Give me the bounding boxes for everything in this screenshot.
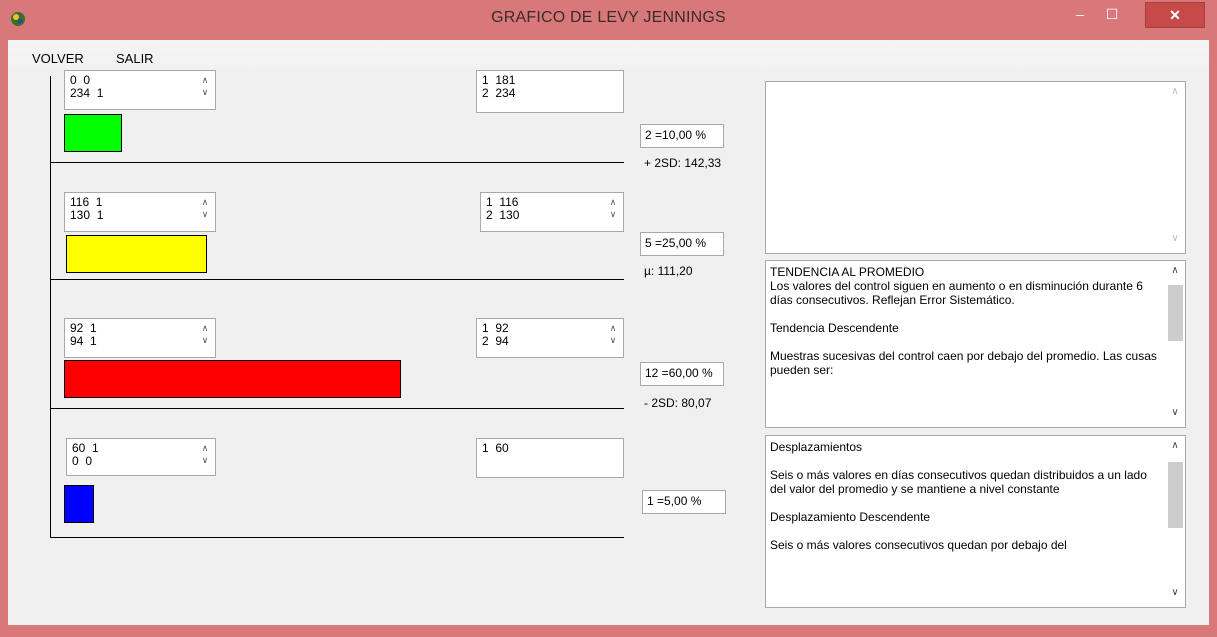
spinner-arrows[interactable]: ∧ ∨ xyxy=(199,322,211,346)
right-list-1[interactable]: 1 181 2 234 xyxy=(476,70,624,113)
label-minus-2sd: - 2SD: 80,07 xyxy=(644,396,712,410)
memo-trend-subtitle: Tendencia Descendente xyxy=(770,321,899,335)
label-plus-2sd: + 2SD: 142,33 xyxy=(644,156,722,170)
right-list-4[interactable]: 1 60 xyxy=(476,438,624,478)
percent-mean[interactable]: 5 =25,00 % xyxy=(640,232,724,256)
left-list-3[interactable]: 92 1 94 1 ∧ ∨ xyxy=(64,318,216,358)
spinner-arrows[interactable]: ∧ ∨ xyxy=(199,442,211,466)
memo-shift-title: Desplazamientos xyxy=(770,440,863,454)
percent-minus-2sd[interactable]: 12 =60,00 % xyxy=(640,362,724,386)
close-button[interactable]: ✕ xyxy=(1145,2,1205,28)
menu-volver[interactable]: VOLVER xyxy=(32,51,84,66)
bar-plus-2sd xyxy=(64,114,122,152)
chevron-up-icon[interactable]: ∧ xyxy=(1165,86,1185,102)
chart-axis xyxy=(50,76,51,537)
right-list-3[interactable]: 1 92 2 94 ∧ ∨ xyxy=(476,318,624,358)
window-title: GRAFICO DE LEVY JENNINGS xyxy=(491,9,726,26)
memo-trend-desc: Los valores del control siguen en aument… xyxy=(770,279,1143,307)
bar-minus-2sd xyxy=(64,360,401,398)
left-list-1[interactable]: 0 0 234 1 ∧ ∨ xyxy=(64,70,216,110)
percent-plus-2sd[interactable]: 2 =10,00 % xyxy=(640,124,724,148)
bar-below xyxy=(64,485,94,523)
memo-trend-text: TENDENCIA AL PROMEDIO Los valores del co… xyxy=(770,265,1161,377)
chevron-up-icon[interactable]: ∧ xyxy=(1165,265,1185,281)
menu-salir[interactable]: SALIR xyxy=(116,51,154,66)
left-list-4[interactable]: 60 1 0 0 ∧ ∨ xyxy=(66,438,216,476)
memo-scrollbar[interactable]: ∧ ∨ xyxy=(1165,261,1185,427)
memo-scrollbar[interactable]: ∧ ∨ xyxy=(1165,82,1185,253)
percent-below[interactable]: 1 =5,00 % xyxy=(642,490,726,514)
chevron-down-icon[interactable]: ∨ xyxy=(1165,233,1185,249)
line-bottom xyxy=(50,537,624,538)
memo-shift-text: Desplazamientos Seis o más valores en dí… xyxy=(770,440,1161,552)
client-area: VOLVER SALIR 0 0 234 1 ∧ ∨ 1 181 2 234 2 … xyxy=(8,40,1209,625)
memo-trend-title: TENDENCIA AL PROMEDIO xyxy=(770,265,925,279)
chevron-down-icon[interactable]: ∨ xyxy=(1165,587,1185,603)
spinner-arrows[interactable]: ∧ ∨ xyxy=(199,196,211,220)
chevron-up-icon[interactable]: ∧ xyxy=(1165,440,1185,456)
line-mean xyxy=(50,279,624,280)
spinner-arrows[interactable]: ∧ ∨ xyxy=(199,74,211,98)
left-list-2[interactable]: 116 1 130 1 ∧ ∨ xyxy=(64,192,216,232)
line-minus-2sd xyxy=(50,408,624,409)
spinner-arrows[interactable]: ∧ ∨ xyxy=(607,196,619,220)
memo-shift-desc: Seis o más valores en días consecutivos … xyxy=(770,468,1147,496)
minimize-button[interactable]: ‒ xyxy=(1064,2,1096,26)
title-bar: GRAFICO DE LEVY JENNINGS ‒ ☐ ✕ xyxy=(0,0,1217,40)
label-mean: µ: 111,20 xyxy=(644,264,693,278)
memo-shift-subtitle: Desplazamiento Descendente xyxy=(770,510,931,524)
memo-shift[interactable]: Desplazamientos Seis o más valores en dí… xyxy=(765,435,1186,608)
bar-mean xyxy=(66,235,207,273)
memo-trend-desc2: Muestras sucesivas del control caen por … xyxy=(770,349,1157,377)
memo-shift-desc2: Seis o más valores consecutivos quedan p… xyxy=(770,538,1067,552)
scroll-thumb[interactable] xyxy=(1168,285,1183,341)
chevron-down-icon[interactable]: ∨ xyxy=(1165,407,1185,423)
line-plus-2sd xyxy=(50,162,624,163)
spinner-arrows[interactable]: ∧ ∨ xyxy=(607,322,619,346)
memo-empty[interactable]: ∧ ∨ xyxy=(765,81,1186,254)
menu-bar: VOLVER SALIR xyxy=(8,40,1209,70)
maximize-button[interactable]: ☐ xyxy=(1096,2,1128,26)
memo-scrollbar[interactable]: ∧ ∨ xyxy=(1165,436,1185,607)
memo-trend[interactable]: TENDENCIA AL PROMEDIO Los valores del co… xyxy=(765,260,1186,428)
right-list-2[interactable]: 1 116 2 130 ∧ ∨ xyxy=(480,192,624,232)
scroll-thumb[interactable] xyxy=(1168,462,1183,528)
